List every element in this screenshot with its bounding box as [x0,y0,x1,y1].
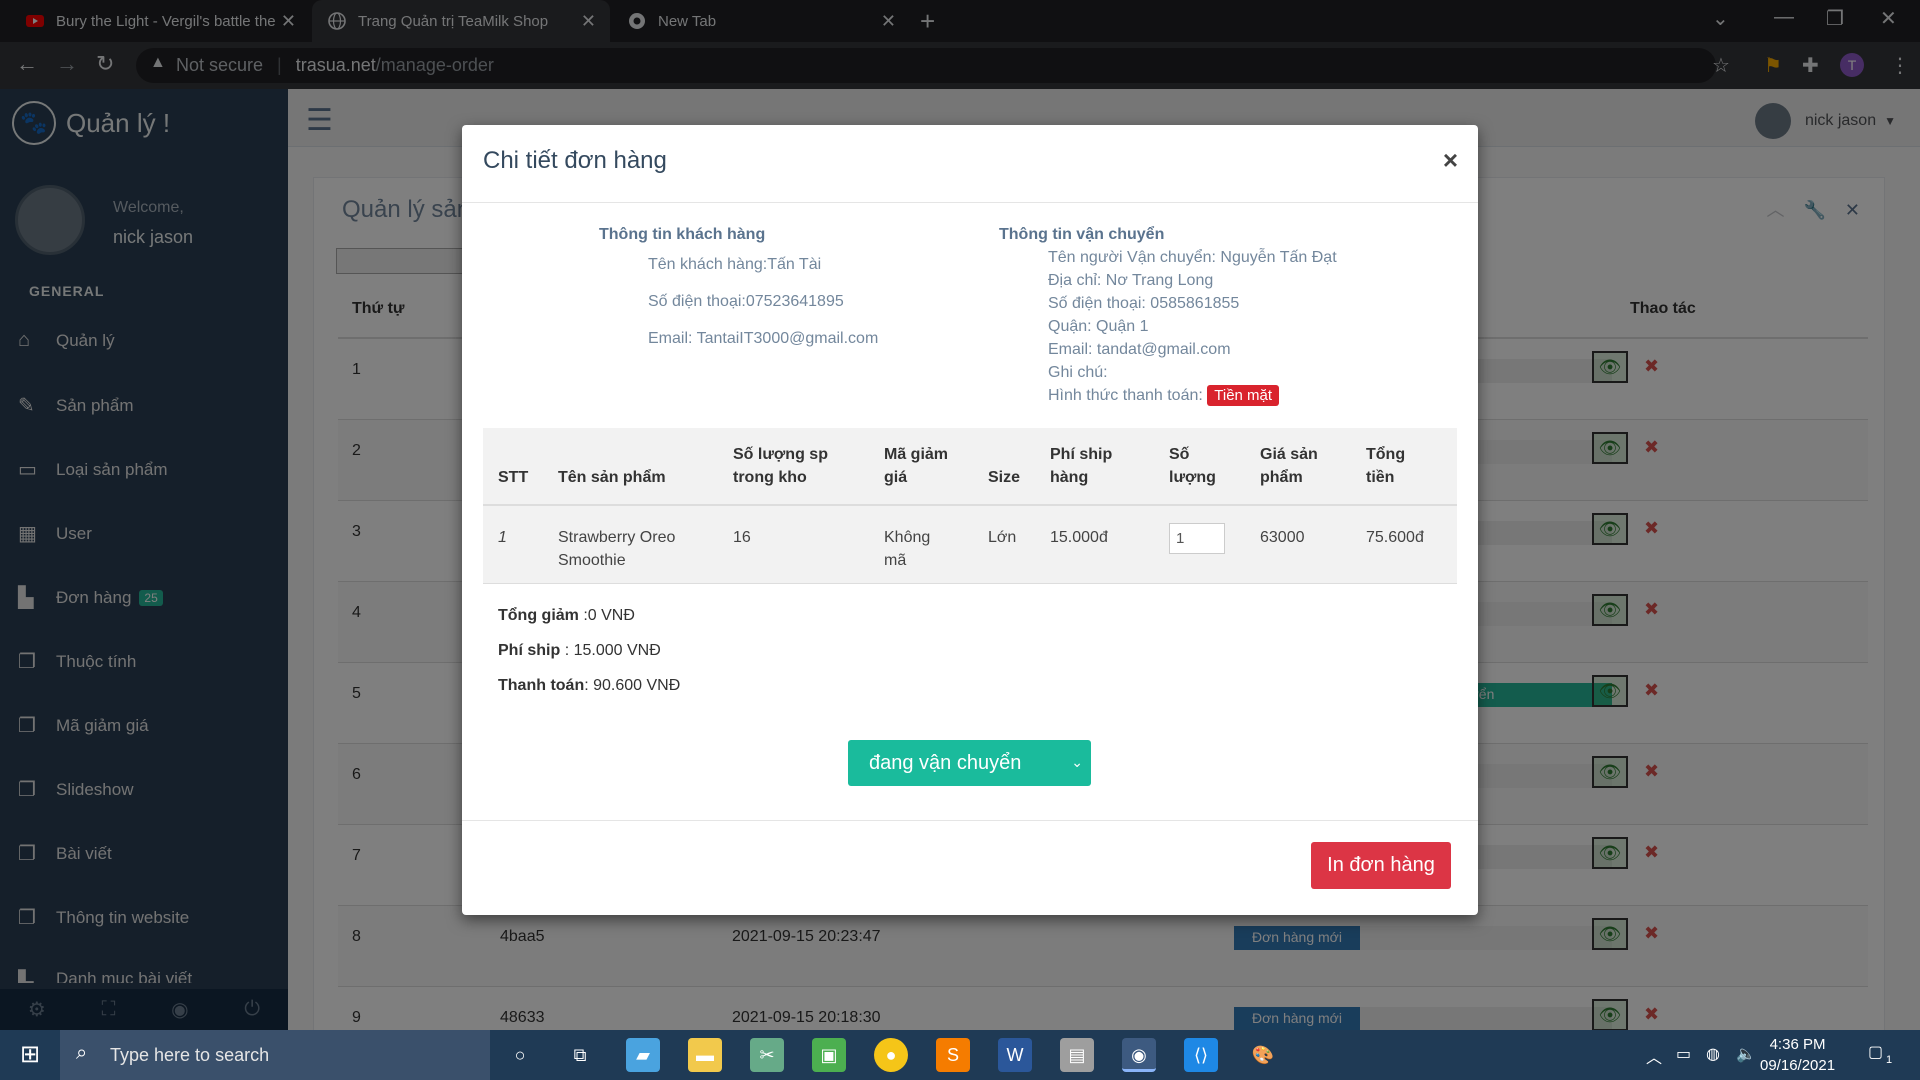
table-row: 1 Strawberry Oreo Smoothie 16 Không mã Lớn… [483,506,1457,584]
taskbar-search[interactable]: ⌕ Type here to search [60,1030,490,1080]
payment-method: Hình thức thanh toán: Tiền mặt [1048,385,1280,406]
payment-badge: Tiền mặt [1207,385,1280,406]
app-icon[interactable]: ▣ [812,1038,846,1072]
battery-icon[interactable]: ▭ [1676,1044,1691,1064]
order-detail-modal: Chi tiết đơn hàng × Thông tin khách hàng… [462,125,1478,915]
customer-name: Tên khách hàng:Tấn Tài [648,256,822,273]
shipping-note: Ghi chú: [1048,364,1108,381]
table-header: STT Tên sản phẩm Số lượng sp trong kho M… [483,428,1457,506]
word-icon[interactable]: W [998,1038,1032,1072]
tools-app-icon[interactable]: ✂ [750,1038,784,1072]
app-icon[interactable]: ▰ [626,1038,660,1072]
shipper-name: Tên người Vận chuyển: Nguyễn Tấn Đạt [1048,249,1337,266]
tray-chevron-icon[interactable]: ︿ [1646,1044,1662,1068]
modal-header: Chi tiết đơn hàng × [462,125,1478,203]
order-status-select[interactable]: đang vận chuyển ⌄ [848,740,1091,786]
volume-icon[interactable]: 🔈 [1736,1044,1756,1064]
chrome-icon[interactable]: ◉ [1122,1038,1156,1072]
notifications-icon[interactable]: ▢ [1868,1042,1883,1062]
notification-count: 1 [1886,1054,1893,1066]
chevron-down-icon: ⌄ [1071,754,1083,770]
shipping-address: Địa chỉ: Nơ Trang Long [1048,272,1214,289]
modal-footer: In đơn hàng [462,820,1478,915]
app-icon[interactable]: ● [874,1038,908,1072]
search-icon: ⌕ [76,1042,88,1064]
taskbar-clock[interactable]: 4:36 PM 09/16/2021 [1760,1034,1835,1076]
modal-title: Chi tiết đơn hàng [483,147,667,174]
app-icon[interactable]: ▤ [1060,1038,1094,1072]
shipper-phone: Số điện thoại: 0585861855 [1048,295,1240,312]
vscode-icon[interactable]: ⟨⟩ [1184,1038,1218,1072]
paint-icon[interactable]: 🎨 [1246,1038,1280,1072]
summary-discount: Tổng giảm :0 VNĐ [498,607,635,624]
summary-shipping: Phí ship : 15.000 VNĐ [498,642,661,659]
summary-total: Thanh toán: 90.600 VNĐ [498,677,681,694]
order-items-table: STT Tên sản phẩm Số lượng sp trong kho M… [483,428,1457,584]
customer-phone: Số điện thoại:07523641895 [648,293,844,310]
file-explorer-icon[interactable]: ▬ [688,1038,722,1072]
windows-start-icon[interactable]: ⊞ [0,1030,60,1080]
task-view-icon[interactable]: ⧉ [563,1038,597,1072]
shipping-district: Quận: Quận 1 [1048,318,1149,335]
sublime-text-icon[interactable]: S [936,1038,970,1072]
shipper-email: Email: tandat@gmail.com [1048,341,1231,358]
cortana-icon[interactable]: ○ [503,1038,537,1072]
network-icon[interactable]: ◍ [1706,1044,1720,1064]
print-order-button[interactable]: In đơn hàng [1311,842,1451,889]
close-icon[interactable]: × [1443,145,1458,176]
customer-email: Email: TantaiIT3000@gmail.com [648,330,879,347]
shipping-info-heading: Thông tin vận chuyển [999,226,1165,243]
windows-taskbar: ⊞ ⌕ Type here to search ○ ⧉ ▰ ▬ ✂ ▣ ● S … [0,1030,1920,1080]
quantity-input[interactable] [1169,523,1225,554]
customer-info-heading: Thông tin khách hàng [599,226,766,243]
